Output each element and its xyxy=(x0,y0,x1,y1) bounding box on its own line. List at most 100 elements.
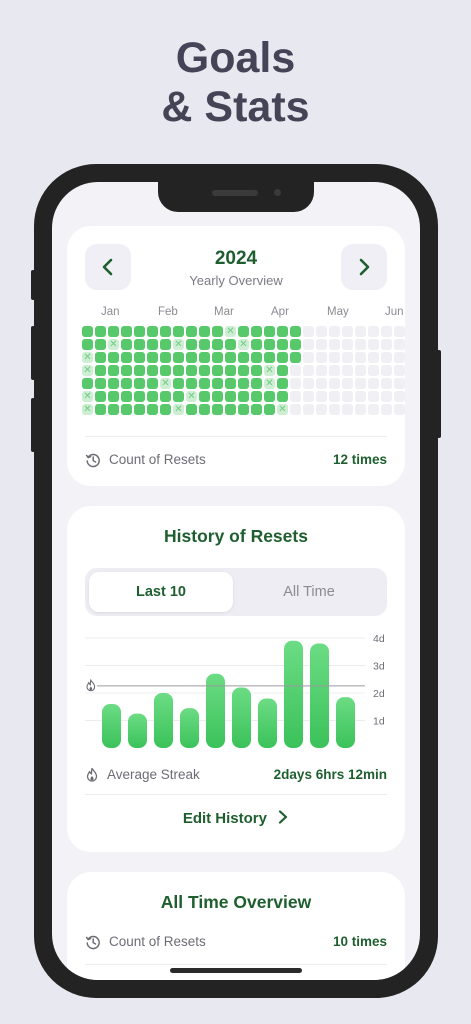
heatmap-cell-future xyxy=(368,391,379,402)
heatmap-cell-done xyxy=(199,391,210,402)
heatmap-cell-done xyxy=(121,365,132,376)
heatmap-cell-done xyxy=(277,378,288,389)
heatmap-cell-future xyxy=(342,365,353,376)
heatmap-cell-future xyxy=(342,339,353,350)
heatmap-cell-future xyxy=(316,365,327,376)
heatmap-cell-missed: ✕ xyxy=(186,391,197,402)
streak-bar xyxy=(154,693,173,748)
heatmap-cell-done xyxy=(212,339,223,350)
heatmap-cell-done xyxy=(238,326,249,337)
heatmap-cell-future xyxy=(368,378,379,389)
heatmap-cell-done xyxy=(121,352,132,363)
heatmap-cell-done xyxy=(95,326,106,337)
heatmap-cell-done xyxy=(277,352,288,363)
heatmap-cell-future xyxy=(394,391,405,402)
heatmap-cell-done xyxy=(199,365,210,376)
heatmap-cell-done xyxy=(264,404,275,415)
history-clock-icon xyxy=(85,453,100,468)
heatmap-cell-done xyxy=(186,378,197,389)
heatmap-cell-future xyxy=(342,378,353,389)
heatmap-cell-done xyxy=(134,391,145,402)
heatmap-cell-missed: ✕ xyxy=(82,404,93,415)
heatmap-cell-done xyxy=(121,339,132,350)
heatmap-cell-done xyxy=(173,378,184,389)
heatmap-cell-future xyxy=(381,352,392,363)
heatmap-cell-future xyxy=(368,365,379,376)
streak-bar xyxy=(310,643,329,748)
heatmap-cell-done xyxy=(121,391,132,402)
heatmap-cell-done xyxy=(108,352,119,363)
heatmap-cell-done xyxy=(121,326,132,337)
heatmap-cell-missed: ✕ xyxy=(238,339,249,350)
resets-count-value: 12 times xyxy=(332,452,387,467)
all-time-overview-card: All Time Overview Count of Resets 10 tim… xyxy=(67,872,405,980)
edit-history-button[interactable]: Edit History xyxy=(67,810,405,827)
heatmap-cell-done xyxy=(95,365,106,376)
next-year-button[interactable] xyxy=(341,244,387,290)
heatmap-cell-missed: ✕ xyxy=(277,404,288,415)
history-title: History of Resets xyxy=(164,526,308,546)
heatmap-cell-done xyxy=(290,339,301,350)
page-headline: Goals & Stats xyxy=(0,34,471,132)
resets-bar-chart: 4d 3d 2d 1d xyxy=(85,633,385,748)
heatmap-cell-done xyxy=(186,365,197,376)
heatmap-cell-missed: ✕ xyxy=(264,378,275,389)
speaker-grille xyxy=(212,190,258,196)
heatmap-cell-missed: ✕ xyxy=(108,339,119,350)
heatmap-cell-done xyxy=(134,378,145,389)
heatmap-cell-done xyxy=(225,339,236,350)
heatmap-cell-done xyxy=(160,365,171,376)
average-streak-label: Average Streak xyxy=(107,767,200,782)
month-label: Jan xyxy=(101,306,120,318)
tab-last-10[interactable]: Last 10 xyxy=(89,572,233,612)
heatmap-cell-future xyxy=(381,404,392,415)
heatmap-cell-future xyxy=(329,352,340,363)
streak-bar xyxy=(232,687,251,748)
heatmap-cell-done xyxy=(238,365,249,376)
heatmap-cell-done xyxy=(134,326,145,337)
heatmap-cell-done xyxy=(108,365,119,376)
heatmap-cell-future xyxy=(381,365,392,376)
heatmap-cell-future xyxy=(290,391,301,402)
heatmap-cell-done xyxy=(264,339,275,350)
heatmap-cell-done xyxy=(108,391,119,402)
heatmap-cell-future xyxy=(329,339,340,350)
heatmap-cell-done xyxy=(160,339,171,350)
heatmap-cell-done xyxy=(134,365,145,376)
headline-line-1: Goals xyxy=(175,34,296,82)
heatmap-cell-future xyxy=(303,378,314,389)
home-indicator xyxy=(170,968,302,973)
heatmap-cell-future xyxy=(342,391,353,402)
heatmap-cell-done xyxy=(147,352,158,363)
heatmap-cell-future xyxy=(303,352,314,363)
heatmap-cell-future xyxy=(342,352,353,363)
y-tick-label: 2d xyxy=(373,688,385,700)
heatmap-cell-future xyxy=(381,339,392,350)
heatmap-cell-done xyxy=(225,365,236,376)
chevron-right-icon xyxy=(279,810,288,824)
heatmap-cell-done xyxy=(82,378,93,389)
heatmap-cell-done xyxy=(121,378,132,389)
heatmap-cell-done xyxy=(186,352,197,363)
heatmap-cell-done xyxy=(264,391,275,402)
heatmap-cell-done xyxy=(173,326,184,337)
heatmap-cell-done xyxy=(186,339,197,350)
month-labels: Jan Feb Mar Apr May Jun xyxy=(67,306,405,322)
heatmap-cell-done xyxy=(108,326,119,337)
heatmap-cell-missed: ✕ xyxy=(173,404,184,415)
heatmap-cell-done xyxy=(147,326,158,337)
month-label: Apr xyxy=(271,306,289,318)
heatmap-cell-future xyxy=(316,378,327,389)
streak-bar xyxy=(284,640,303,748)
heatmap-cell-done xyxy=(199,378,210,389)
tab-all-time[interactable]: All Time xyxy=(237,572,381,612)
heatmap-cell-done xyxy=(277,339,288,350)
heatmap-cell-done xyxy=(160,404,171,415)
heatmap-cell-done xyxy=(95,378,106,389)
divider xyxy=(85,794,387,795)
month-label: Mar xyxy=(214,306,234,318)
heatmap-cell-future xyxy=(342,404,353,415)
phone-screen: 2024 Yearly Overview Jan Feb Mar Apr May… xyxy=(52,182,420,980)
heatmap-cell-future xyxy=(303,391,314,402)
heatmap-cell-future xyxy=(381,326,392,337)
